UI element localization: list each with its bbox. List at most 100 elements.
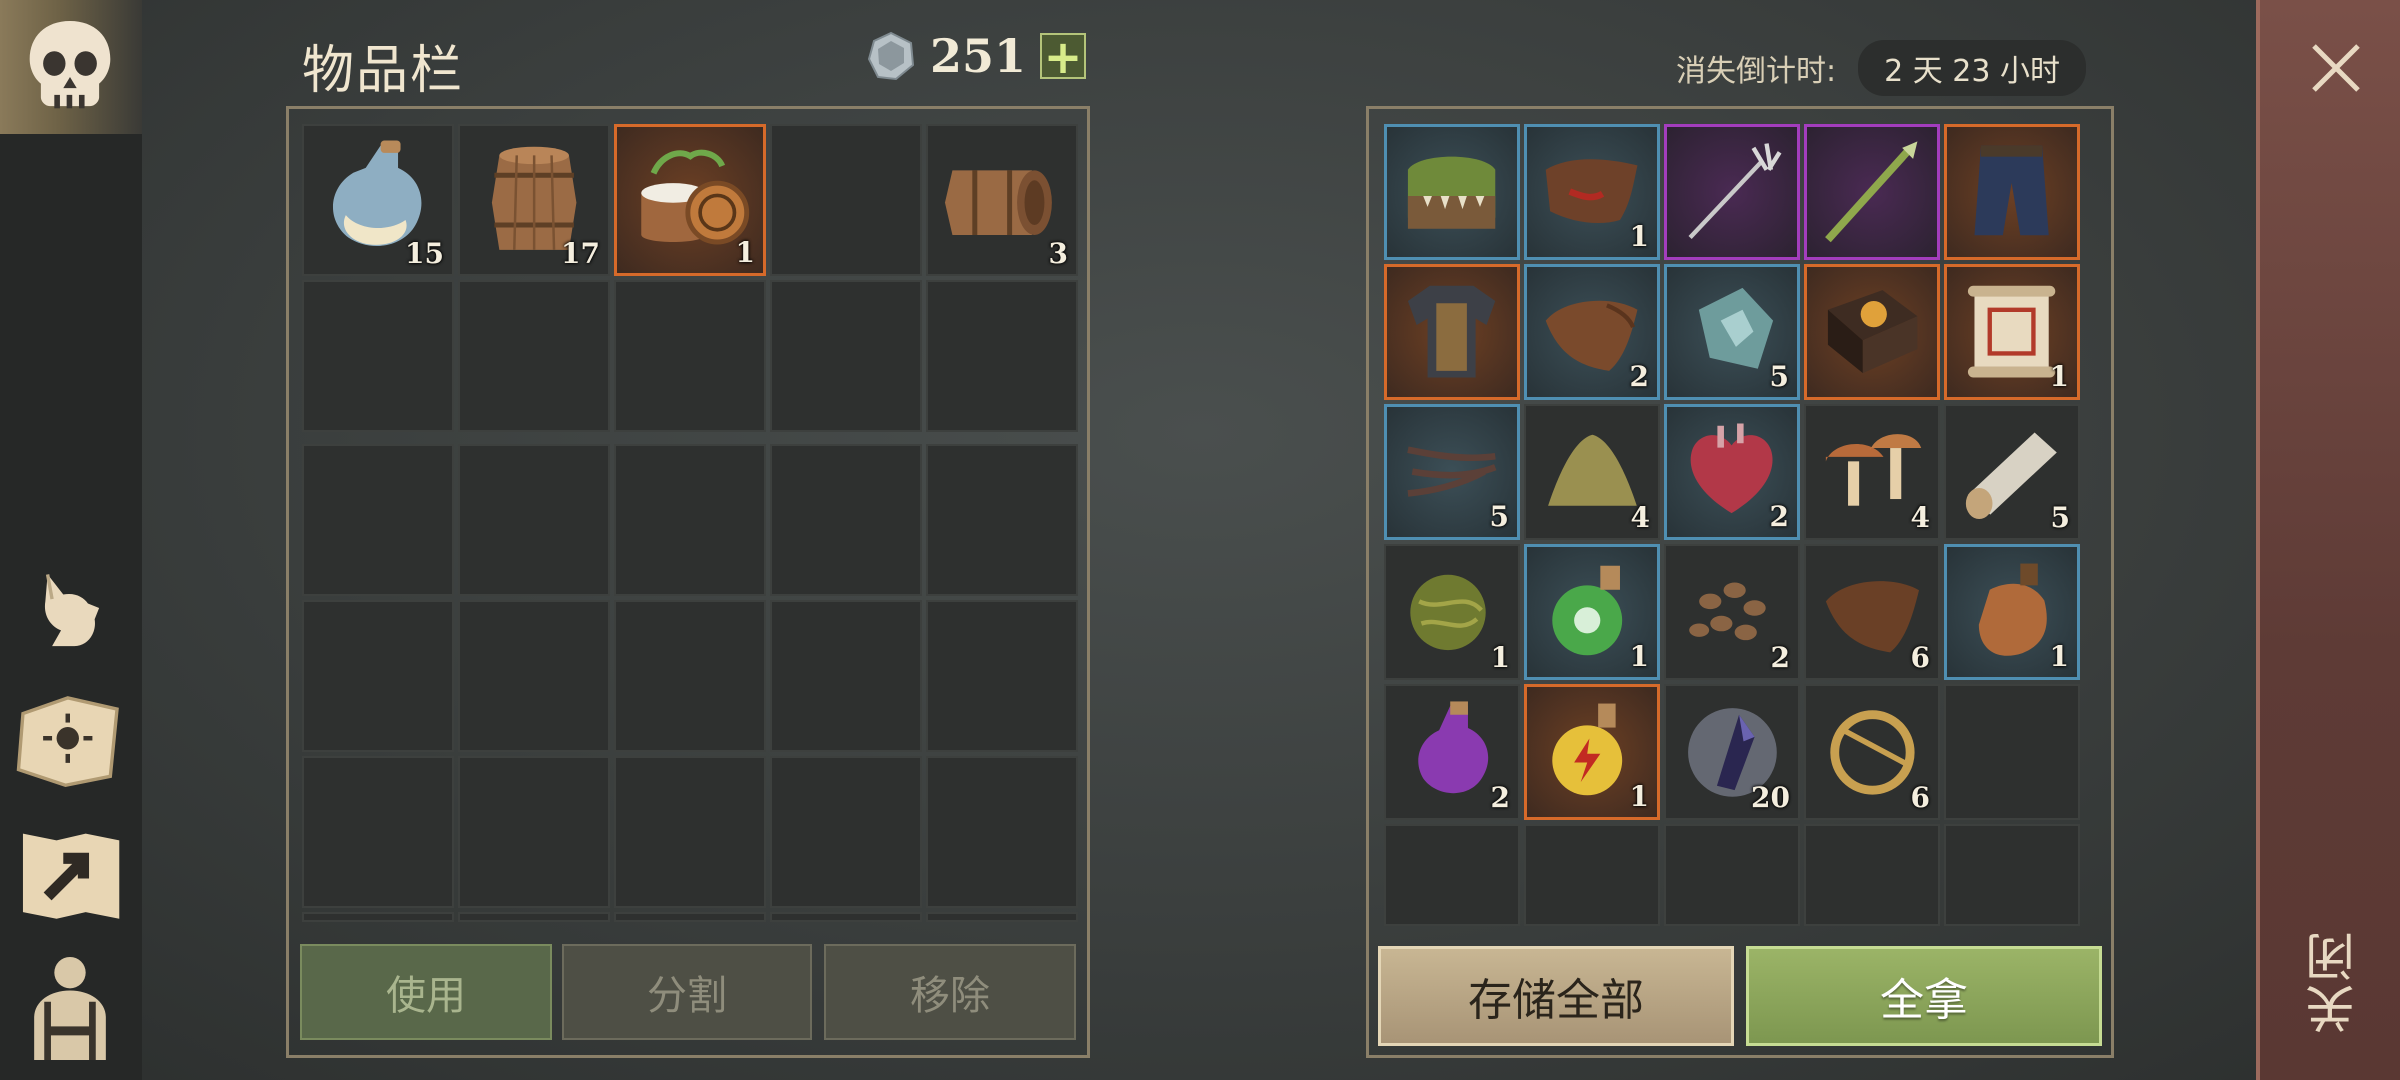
item-count: 3: [1048, 237, 1068, 270]
inventory-slot-partial: [614, 912, 766, 922]
close-panel[interactable]: 关闭: [2256, 0, 2400, 1080]
container-slot-partial: [1384, 824, 1520, 926]
item-count: 4: [1630, 501, 1650, 534]
inventory-slot[interactable]: 1: [614, 124, 766, 276]
currency-amount: 251: [930, 29, 1027, 83]
inventory-slot[interactable]: 15: [302, 124, 454, 276]
container-slot[interactable]: 1: [1944, 264, 2080, 400]
container-slot-partial: [1804, 824, 1940, 926]
item-count: 2: [1770, 641, 1790, 674]
inventory-grid-top: 15 17 1 3: [302, 124, 1078, 432]
container-slot[interactable]: [1384, 264, 1520, 400]
inventory-slot[interactable]: [302, 280, 454, 432]
inventory-slot[interactable]: [302, 444, 454, 596]
container-slot[interactable]: 1: [1384, 544, 1520, 680]
side-nav: [0, 0, 142, 1080]
countdown-label: 消失倒计时:: [1676, 54, 1837, 89]
container-slot[interactable]: [1944, 124, 2080, 260]
inventory-slot[interactable]: [458, 280, 610, 432]
container-slot[interactable]: [1664, 124, 1800, 260]
item-count: 2: [1629, 360, 1649, 393]
inventory-slot[interactable]: [614, 600, 766, 752]
container-slot[interactable]: 2: [1664, 544, 1800, 680]
map-arrow-icon[interactable]: [14, 818, 126, 930]
use-button[interactable]: 使用: [300, 944, 552, 1040]
container-slot-partial: [1944, 824, 2080, 926]
inventory-slot[interactable]: [926, 756, 1078, 908]
item-count: 1: [1629, 220, 1649, 253]
inventory-slot[interactable]: [458, 756, 610, 908]
take-all-button[interactable]: 全拿: [1746, 946, 2102, 1046]
item-count: 6: [1910, 781, 1930, 814]
container-slot[interactable]: [1804, 264, 1940, 400]
sun-book-icon[interactable]: [14, 680, 126, 792]
skull-icon[interactable]: [14, 12, 126, 124]
container-slot[interactable]: 6: [1804, 684, 1940, 820]
item-count: 1: [735, 236, 755, 269]
item-count: 2: [1490, 781, 1510, 814]
item-count: 2: [1769, 500, 1789, 533]
silver-coin-icon: [867, 31, 915, 81]
inventory-slot[interactable]: [926, 280, 1078, 432]
inventory-slot[interactable]: 3: [926, 124, 1078, 276]
disappear-countdown: 消失倒计时: 2 天 23 小时: [1676, 40, 2086, 96]
item-count: 1: [2049, 640, 2069, 673]
container-slot[interactable]: 1: [1524, 544, 1660, 680]
item-count: 1: [1629, 640, 1649, 673]
container-slot[interactable]: 20: [1664, 684, 1800, 820]
container-slot-partial: [1524, 824, 1660, 926]
container-slot[interactable]: 5: [1664, 264, 1800, 400]
character-icon[interactable]: [14, 948, 126, 1060]
item-count: 5: [2050, 501, 2070, 534]
item-count: 15: [405, 237, 444, 270]
inventory-slot[interactable]: [614, 280, 766, 432]
inventory-slot-partial: [302, 912, 454, 922]
inventory-slot[interactable]: [770, 124, 922, 276]
add-currency-button[interactable]: +: [1040, 33, 1087, 80]
container-slot[interactable]: [1384, 124, 1520, 260]
cat-icon[interactable]: [14, 552, 126, 664]
container-slot[interactable]: 6: [1804, 544, 1940, 680]
container-slot[interactable]: 4: [1524, 404, 1660, 540]
inventory-slot[interactable]: [458, 444, 610, 596]
inventory-slot[interactable]: [770, 756, 922, 908]
container-slot[interactable]: 1: [1524, 124, 1660, 260]
container-slot[interactable]: 1: [1944, 544, 2080, 680]
inventory-slot[interactable]: [770, 280, 922, 432]
item-count: 4: [1910, 501, 1930, 534]
inventory-slot[interactable]: [770, 600, 922, 752]
container-slot[interactable]: 2: [1384, 684, 1520, 820]
inventory-slot[interactable]: [302, 756, 454, 908]
currency-display: 251 +: [866, 28, 1087, 84]
green-spear-icon: [1825, 141, 1918, 243]
ointment-jar-icon: [640, 149, 749, 245]
item-count: 6: [1910, 641, 1930, 674]
countdown-value: 2 天 23 小时: [1858, 40, 2086, 96]
container-slot[interactable]: 1: [1524, 684, 1660, 820]
store-all-button[interactable]: 存储全部: [1378, 946, 1734, 1046]
inventory-slot[interactable]: [458, 600, 610, 752]
pants-icon: [1974, 146, 2050, 236]
container-slot[interactable]: [1804, 124, 1940, 260]
container-slot[interactable]: 2: [1664, 404, 1800, 540]
container-slot[interactable]: 4: [1804, 404, 1940, 540]
inventory-slot[interactable]: [614, 756, 766, 908]
inventory-slot[interactable]: [926, 600, 1078, 752]
inventory-slot[interactable]: [302, 600, 454, 752]
container-slot-partial: [1664, 824, 1800, 926]
close-label[interactable]: 关闭: [2305, 930, 2363, 1034]
inventory-title: 物品栏: [302, 41, 465, 101]
container-slot[interactable]: 2: [1524, 264, 1660, 400]
inventory-slot[interactable]: 17: [458, 124, 610, 276]
inventory-slot[interactable]: [614, 444, 766, 596]
split-button[interactable]: 分割: [562, 944, 812, 1040]
remove-button[interactable]: 移除: [824, 944, 1076, 1040]
armor-icon: [1408, 286, 1496, 378]
inventory-slot[interactable]: [770, 444, 922, 596]
container-slot[interactable]: 5: [1944, 404, 2080, 540]
container-slot[interactable]: [1944, 684, 2080, 820]
inventory-grid-bottom: [302, 444, 1078, 922]
container-slot[interactable]: 5: [1384, 404, 1520, 540]
inventory-slot[interactable]: [926, 444, 1078, 596]
close-icon[interactable]: [2308, 40, 2364, 96]
